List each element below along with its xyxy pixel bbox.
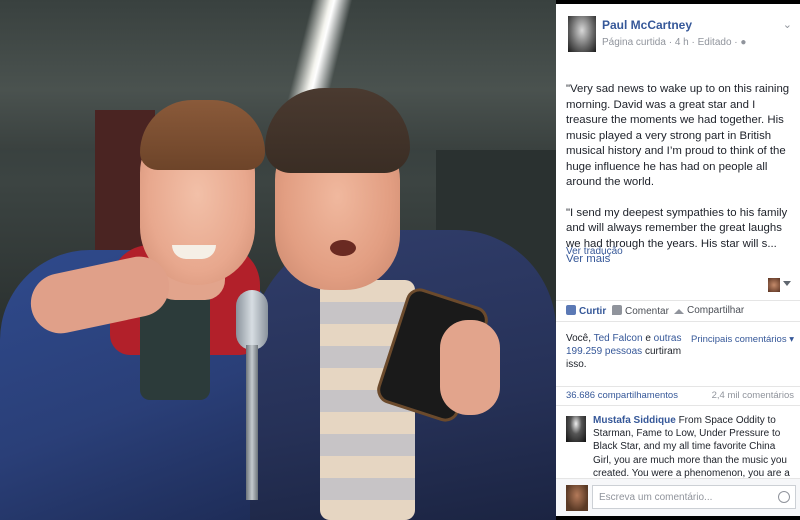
selector-avatar xyxy=(768,278,780,292)
photo-person-right-mouth xyxy=(330,240,356,256)
post-meta: Página curtida · 4 h · Editado · ● xyxy=(602,37,746,48)
comment-icon xyxy=(612,305,622,315)
comment-button[interactable]: Comentar xyxy=(612,305,669,317)
post-paragraph-2-text: "I send my deepest sympathies to his fam… xyxy=(566,206,788,250)
see-translation-link[interactable]: Ver tradução xyxy=(566,246,623,257)
likes-middle: e xyxy=(642,333,654,344)
comments-count[interactable]: 2,4 mil comentários xyxy=(712,390,794,401)
shares-count[interactable]: 36.686 compartilhamentos xyxy=(566,390,678,401)
share-icon xyxy=(674,309,684,314)
photo-microphone xyxy=(232,290,272,500)
share-label: Compartilhar xyxy=(687,305,745,316)
emoji-icon[interactable] xyxy=(778,491,790,503)
commenter-name[interactable]: Mustafa Siddique xyxy=(593,415,676,426)
post-as-selector[interactable] xyxy=(768,278,792,292)
comment-input-placeholder: Escreva um comentário... xyxy=(599,492,713,503)
comment-label: Comentar xyxy=(625,306,669,317)
post-paragraph-1: "Very sad news to wake up to on this rai… xyxy=(566,83,790,188)
photo-person-right-hand xyxy=(440,320,500,415)
likes-summary: Você, Ted Falcon e outras 199.259 pessoa… xyxy=(566,332,696,371)
post-photo[interactable] xyxy=(0,0,556,520)
post-actions: Curtir Comentar Compartilhar xyxy=(556,300,800,322)
author-avatar[interactable] xyxy=(568,16,596,52)
author-name[interactable]: Paul McCartney xyxy=(602,18,692,32)
comment-body: Mustafa Siddique From Space Oddity to St… xyxy=(593,414,796,478)
likes-prefix: Você, xyxy=(566,333,594,344)
microphone-handle xyxy=(246,345,258,500)
top-comments-dropdown[interactable]: Principais comentários ▾ xyxy=(691,334,794,345)
photo-person-right-hair xyxy=(265,88,410,173)
post-side-panel: Paul McCartney Página curtida · 4 h · Ed… xyxy=(556,4,800,516)
post-paragraph-2: "I send my deepest sympathies to his fam… xyxy=(566,206,796,268)
comment-item: Mustafa Siddique From Space Oddity to St… xyxy=(566,414,796,478)
thumbs-up-icon xyxy=(566,305,576,315)
globe-icon: ● xyxy=(740,37,747,48)
like-label: Curtir xyxy=(579,306,607,317)
comment-composer: Escreva um comentário... xyxy=(556,478,800,516)
comment-input[interactable]: Escreva um comentário... xyxy=(592,485,796,509)
post-stats: 36.686 compartilhamentos 2,4 mil comentá… xyxy=(556,386,800,406)
chevron-down-icon[interactable]: ⌄ xyxy=(783,18,792,31)
caret-down-icon xyxy=(783,281,791,286)
friend-link[interactable]: Ted Falcon xyxy=(594,333,643,344)
post-header: Paul McCartney Página curtida · 4 h · Ed… xyxy=(556,4,800,64)
like-button[interactable]: Curtir xyxy=(566,305,606,317)
share-button[interactable]: Compartilhar xyxy=(674,305,744,316)
commenter-avatar[interactable] xyxy=(566,416,586,442)
current-user-avatar xyxy=(566,485,588,511)
post-meta-text: Página curtida · 4 h · Editado · xyxy=(602,37,741,48)
microphone-head xyxy=(236,290,268,350)
